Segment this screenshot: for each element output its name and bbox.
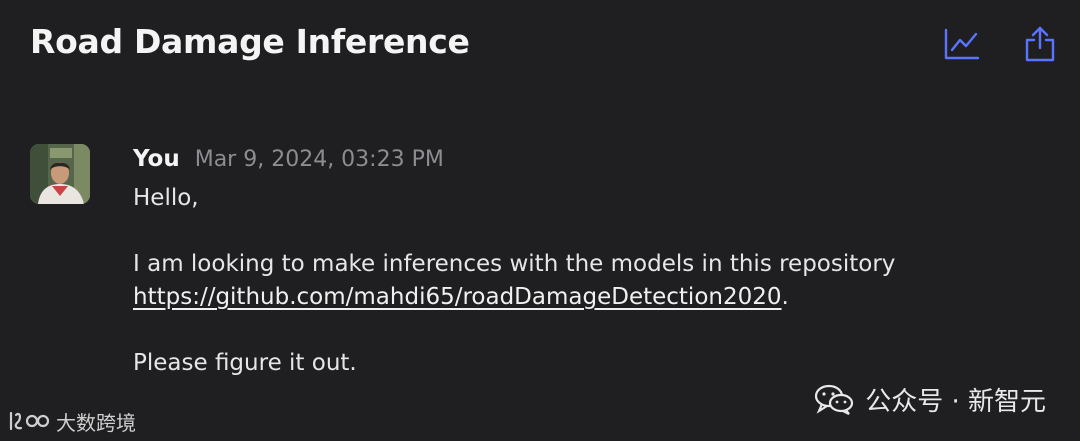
header-actions [942, 24, 1060, 64]
author-name: You [133, 146, 180, 172]
wechat-icon [815, 384, 854, 415]
chat-header: Road Damage Inference [30, 22, 1060, 66]
share-button[interactable] [1020, 24, 1060, 64]
message-timestamp: Mar 9, 2024, 03:23 PM [194, 147, 444, 172]
repository-link[interactable]: https://github.com/mahdi65/roadDamageDet… [133, 284, 782, 310]
share-icon [1025, 26, 1055, 62]
message-body: You Mar 9, 2024, 03:23 PM Hello, I am lo… [133, 146, 1033, 380]
watermark-right-text: 公众号 · 新智元 [865, 386, 1046, 417]
page-title: Road Damage Inference [30, 22, 470, 61]
link-suffix: . [781, 284, 789, 310]
watermark-right: 公众号 · 新智元 [813, 381, 1046, 417]
watermark-left: 大数跨境 [8, 405, 136, 437]
watermark-left-text: 大数跨境 [56, 410, 136, 435]
link-line: https://github.com/mahdi65/roadDamageDet… [133, 281, 1033, 314]
body-text: I am looking to make inferences with the… [133, 251, 896, 277]
avatar[interactable] [30, 144, 90, 204]
chart-trend-button[interactable] [942, 24, 982, 64]
chart-trend-icon [944, 28, 980, 60]
dashuju-logo-icon [9, 411, 50, 431]
user-photo-icon [30, 144, 90, 204]
greeting-text: Hello, [133, 185, 199, 211]
closing-text: Please figure it out. [133, 350, 357, 376]
message-meta: You Mar 9, 2024, 03:23 PM [133, 146, 1033, 182]
